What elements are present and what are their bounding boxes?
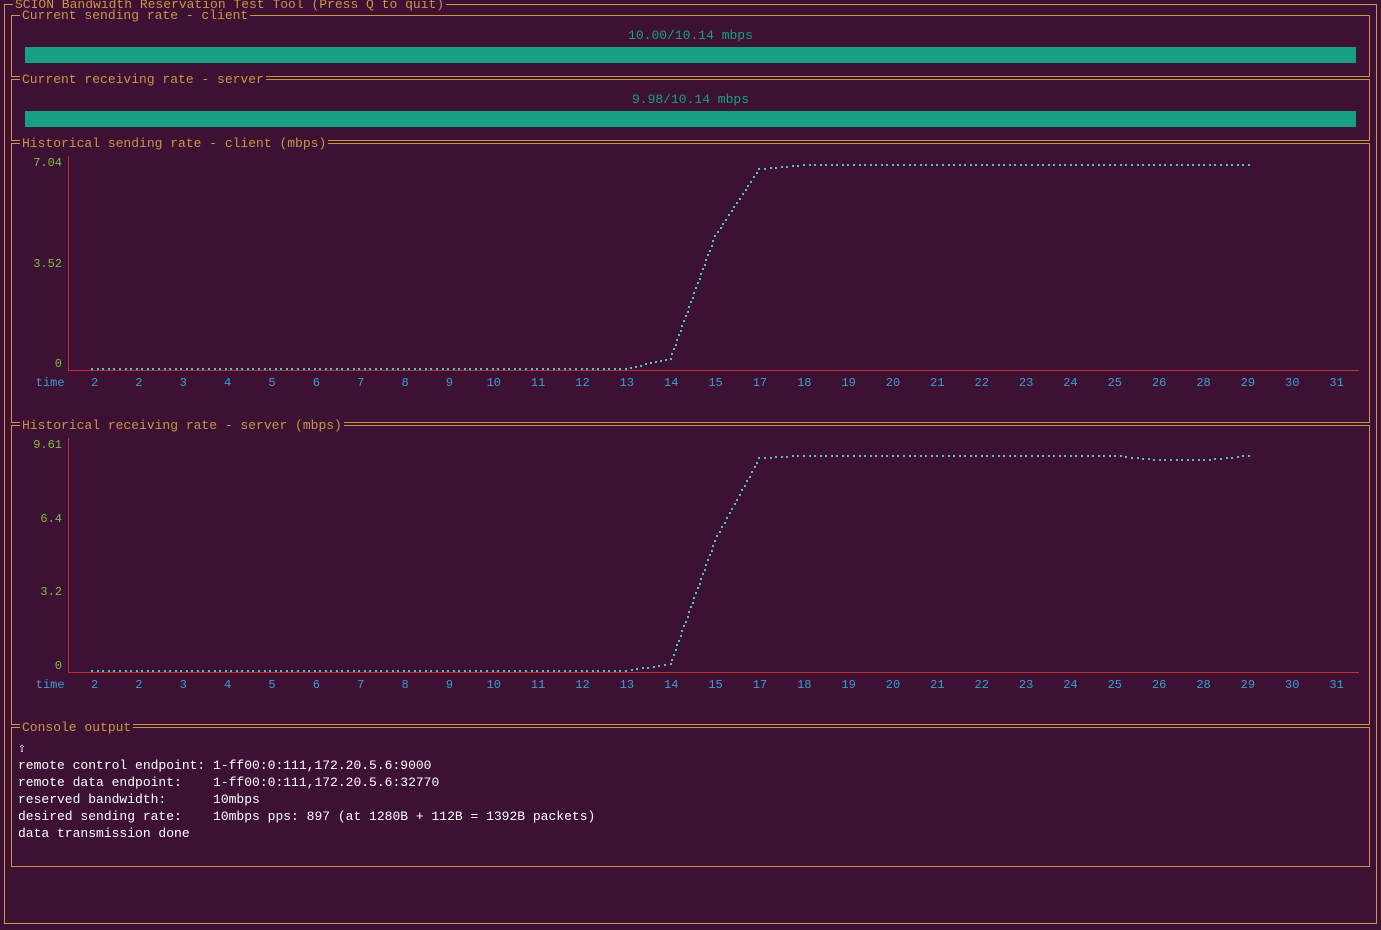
- sending-rate-panel: Current sending rate - client 10.00/10.1…: [11, 15, 1370, 77]
- main-window: SCION Bandwidth Reservation Test Tool (P…: [4, 4, 1377, 924]
- sending-chart: 7.043.520 time22345678910111213141517181…: [18, 156, 1363, 396]
- historical-sending-title: Historical sending rate - client (mbps): [20, 136, 328, 151]
- receiving-chart-plot: [68, 438, 1359, 673]
- receiving-rate-title: Current receiving rate - server: [20, 72, 266, 87]
- receiving-rate-panel: Current receiving rate - server 9.98/10.…: [11, 79, 1370, 141]
- sending-rate-bar: [25, 47, 1357, 63]
- sending-chart-yaxis: 7.043.520: [18, 156, 68, 371]
- receiving-chart-xaxis: time223456789101112131415171819202122232…: [28, 678, 1359, 698]
- historical-receiving-title: Historical receiving rate - server (mbps…: [20, 418, 344, 433]
- historical-receiving-panel: Historical receiving rate - server (mbps…: [11, 425, 1370, 725]
- sending-chart-xaxis: time223456789101112131415171819202122232…: [28, 376, 1359, 396]
- receiving-chart: 9.616.43.20 time223456789101112131415171…: [18, 438, 1363, 698]
- console-title: Console output: [20, 720, 133, 735]
- receiving-rate-value: 9.98/10.14 mbps: [18, 92, 1363, 107]
- sending-rate-title: Current sending rate - client: [20, 8, 250, 23]
- receiving-rate-bar: [25, 111, 1357, 127]
- receiving-chart-yaxis: 9.616.43.20: [18, 438, 68, 673]
- sending-chart-plot: [68, 156, 1359, 371]
- sending-rate-value: 10.00/10.14 mbps: [18, 28, 1363, 43]
- console-output: ⇧remote control endpoint: 1-ff00:0:111,1…: [18, 740, 1363, 842]
- console-panel[interactable]: Console output ⇧remote control endpoint:…: [11, 727, 1370, 867]
- historical-sending-panel: Historical sending rate - client (mbps) …: [11, 143, 1370, 423]
